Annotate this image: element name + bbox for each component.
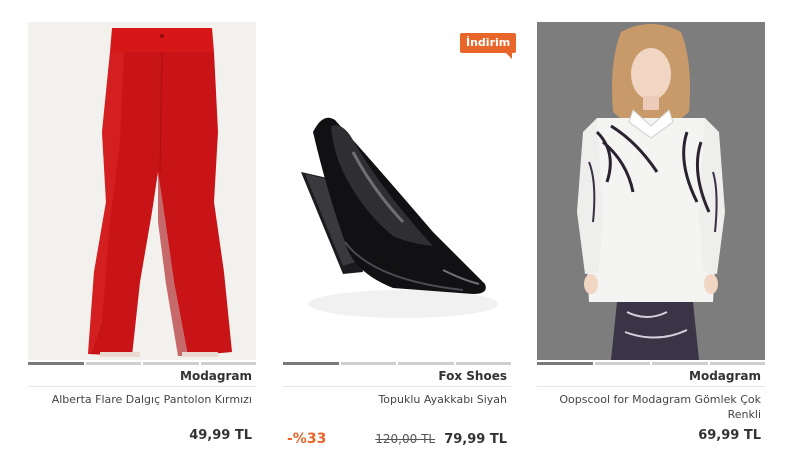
price-group: 120,00 TL 79,99 TL: [375, 428, 507, 447]
product-card-2[interactable]: Fox Shoes Topuklu Ayakkabı Siyah -%33 12…: [283, 22, 511, 447]
red-pants-illustration: [28, 22, 256, 360]
price-row: -%33 120,00 TL 79,99 TL: [283, 428, 511, 447]
slider-dot-1[interactable]: [283, 362, 339, 365]
slider-dot-3[interactable]: [398, 362, 454, 365]
price-row: 49,99 TL: [28, 428, 256, 443]
product-price: 69,99 TL: [698, 428, 761, 443]
discount-percent: -%33: [287, 431, 327, 447]
product-brand[interactable]: Modagram: [537, 365, 765, 387]
slider-dot-4[interactable]: [455, 362, 511, 365]
slider-dot-3[interactable]: [652, 362, 708, 365]
slider-dot-1[interactable]: [28, 362, 84, 365]
slider-dot-3[interactable]: [143, 362, 199, 365]
price-row: 69,99 TL: [537, 428, 765, 443]
product-title[interactable]: Oopscool for Modagram Gömlek Çok Renkli: [537, 387, 765, 424]
slider-dot-2[interactable]: [340, 362, 396, 365]
slider-dot-1[interactable]: [537, 362, 593, 365]
patterned-shirt-illustration: [537, 22, 765, 360]
discount-badge: İndirim: [460, 33, 517, 59]
product-card-3[interactable]: Modagram Oopscool for Modagram Gömlek Ço…: [537, 22, 765, 443]
product-image-red-pants[interactable]: [28, 22, 256, 360]
product-price: 79,99 TL: [444, 432, 507, 447]
slider-dot-2[interactable]: [85, 362, 141, 365]
black-shoe-illustration: [283, 22, 511, 360]
product-price: 49,99 TL: [189, 428, 252, 443]
slider-dot-4[interactable]: [200, 362, 256, 365]
product-title[interactable]: Alberta Flare Dalgıç Pantolon Kırmızı: [28, 387, 256, 424]
old-price: 120,00 TL: [375, 432, 436, 446]
slider-dot-4[interactable]: [709, 362, 765, 365]
product-image-black-shoe[interactable]: [283, 22, 511, 360]
product-image-patterned-shirt[interactable]: [537, 22, 765, 360]
product-brand[interactable]: Fox Shoes: [283, 365, 511, 387]
product-card-1[interactable]: Modagram Alberta Flare Dalgıç Pantolon K…: [28, 22, 256, 443]
product-brand[interactable]: Modagram: [28, 365, 256, 387]
slider-dot-2[interactable]: [594, 362, 650, 365]
product-title[interactable]: Topuklu Ayakkabı Siyah: [283, 387, 511, 424]
